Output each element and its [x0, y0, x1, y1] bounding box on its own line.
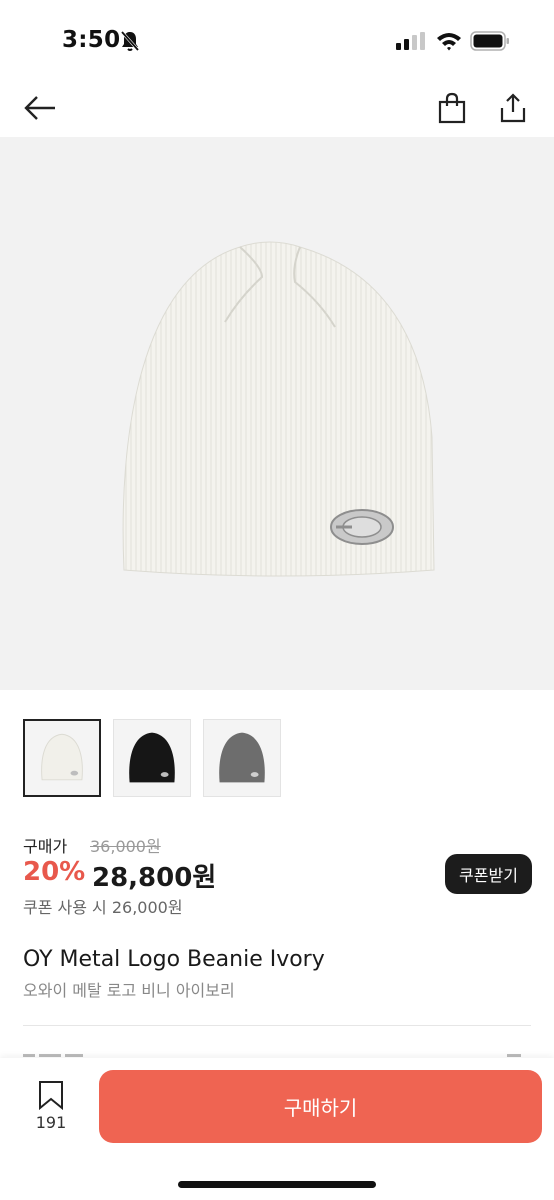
nav-bar: [0, 80, 554, 136]
cart-button[interactable]: [432, 90, 472, 126]
cellular-signal-icon: [396, 32, 425, 50]
sale-price: 28,800원: [92, 863, 217, 893]
status-bar: 3:50: [0, 0, 554, 80]
thumbnail-grey[interactable]: [203, 719, 281, 797]
thumbnail-strip: [23, 719, 281, 799]
product-image[interactable]: [0, 137, 554, 690]
share-button[interactable]: [493, 90, 533, 126]
beanie-image: [122, 241, 435, 577]
get-coupon-button[interactable]: 쿠폰받기: [445, 854, 532, 894]
coupon-price-text: 쿠폰 사용 시 26,000원: [23, 898, 183, 917]
thumbnail-image: [219, 732, 265, 783]
discount-rate: 20%: [23, 857, 86, 887]
back-arrow-icon: [24, 96, 55, 120]
thumbnail-black[interactable]: [113, 719, 191, 797]
wifi-icon: [437, 33, 461, 51]
wishlist-count: 191: [35, 1113, 67, 1132]
bookmark-icon: [39, 1081, 63, 1110]
shopping-bag-icon: [438, 92, 466, 124]
product-title-korean: 오와이 메탈 로고 비니 아이보리: [23, 981, 235, 1000]
original-price: 36,000원: [90, 837, 161, 856]
home-indicator: [178, 1181, 376, 1188]
bell-slash-icon: [120, 31, 140, 51]
thumbnail-ivory[interactable]: [23, 719, 101, 797]
status-time: 3:50: [62, 27, 121, 53]
thumbnail-image: [129, 732, 175, 783]
back-button[interactable]: [20, 90, 60, 126]
share-icon: [500, 93, 526, 123]
thumbnail-image: [41, 733, 83, 781]
wishlist-button[interactable]: 191: [26, 1080, 76, 1140]
price-label: 구매가: [23, 837, 68, 856]
buy-button[interactable]: 구매하기: [99, 1070, 542, 1143]
divider: [23, 1025, 531, 1026]
bottom-action-bar: 191 구매하기: [0, 1058, 554, 1200]
product-title: OY Metal Logo Beanie Ivory: [23, 947, 325, 972]
battery-icon: [470, 31, 509, 51]
